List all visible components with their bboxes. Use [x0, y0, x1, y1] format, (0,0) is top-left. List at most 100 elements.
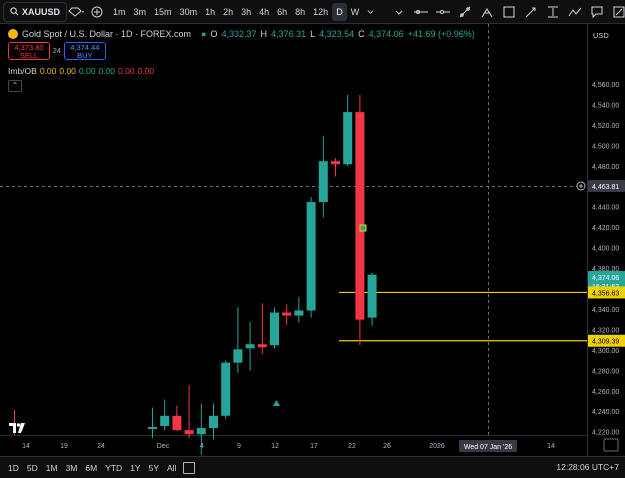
- spread-value: 24: [53, 47, 61, 55]
- time-tick-label: 4: [200, 443, 204, 450]
- price-tick-label: 4,300.00: [592, 348, 619, 355]
- candle-body[interactable]: [184, 430, 194, 435]
- buy-signal-arrow-icon: [273, 400, 280, 406]
- crosshair-price-label: 4,463.81: [592, 184, 619, 191]
- price-tick-label: 4,220.00: [592, 430, 619, 437]
- interval-1m[interactable]: 1m: [109, 3, 130, 21]
- low-label: L: [310, 29, 316, 39]
- indicator-value: 0.00: [59, 66, 76, 76]
- interval-1h[interactable]: 1h: [201, 3, 219, 21]
- pitchfork-icon[interactable]: [478, 3, 496, 21]
- candle-body[interactable]: [270, 312, 279, 346]
- add-symbol-icon[interactable]: [91, 3, 103, 21]
- candle-body[interactable]: [160, 415, 170, 427]
- time-tick-label: Dec: [157, 443, 170, 450]
- candle-body[interactable]: [282, 312, 292, 316]
- interval-3m[interactable]: 3m: [130, 3, 151, 21]
- low-value: 4,323.54: [319, 29, 355, 39]
- range-3m[interactable]: 3M: [66, 463, 78, 473]
- range-6m[interactable]: 6M: [85, 463, 97, 473]
- arrow-line-icon[interactable]: [522, 3, 540, 21]
- interval-2h[interactable]: 2h: [219, 3, 237, 21]
- tradingview-logo-icon[interactable]: [9, 422, 29, 437]
- status-dot-icon: ●: [201, 29, 207, 39]
- price-tick-label: 4,340.00: [592, 307, 619, 314]
- candle-body[interactable]: [221, 362, 231, 416]
- indicator-value: 0.00: [118, 66, 135, 76]
- signal-marker-icon: [359, 224, 367, 232]
- candle-body[interactable]: [257, 344, 267, 348]
- interval-12h[interactable]: 12h: [309, 3, 332, 21]
- price-chart[interactable]: 4,560.00 4,540.00 4,520.00 4,500.00 4,480.00…: [0, 24, 625, 456]
- ray-icon[interactable]: [434, 3, 452, 21]
- chart-pane[interactable]: 4,560.00 4,540.00 4,520.00 4,500.00 4,480.00…: [0, 24, 625, 456]
- diamond-icon[interactable]: [67, 3, 85, 21]
- indicator-name: Imb/OB: [8, 66, 37, 76]
- collapse-legend-button[interactable]: ⌃: [8, 80, 22, 92]
- candle-body[interactable]: [209, 415, 218, 429]
- path-icon[interactable]: [566, 3, 584, 21]
- level-price-label: 4,356.63: [592, 290, 619, 297]
- close-label: C: [358, 29, 365, 39]
- symbol-search[interactable]: XAUUSD: [3, 1, 68, 22]
- comment-icon[interactable]: [588, 3, 606, 21]
- candle-body[interactable]: [196, 428, 206, 435]
- candle-body[interactable]: [233, 349, 243, 363]
- range-5y[interactable]: 5Y: [149, 463, 159, 473]
- time-tick-label: 2026: [429, 443, 445, 450]
- trade-panel: 4,373.80 SELL 24 4,374.44 BUY: [8, 42, 106, 60]
- candle-body[interactable]: [318, 161, 328, 203]
- candle-body[interactable]: [306, 202, 316, 311]
- range-5d[interactable]: 5D: [27, 463, 38, 473]
- chart-legend: Gold Spot / U.S. Dollar · 1D · FOREX.com…: [8, 29, 475, 39]
- buy-button[interactable]: 4,374.44 BUY: [63, 42, 106, 60]
- candle-body[interactable]: [331, 161, 340, 165]
- settings-gear-icon[interactable]: [603, 438, 619, 452]
- indicator-legend[interactable]: Imb/OB 0.00 0.00 0.00 0.00 0.00 0.00: [8, 66, 154, 76]
- gold-logo-icon: [8, 29, 18, 39]
- range-1d[interactable]: 1D: [8, 463, 19, 473]
- calendar-icon[interactable]: [183, 461, 196, 474]
- candle-body[interactable]: [367, 274, 377, 318]
- top-toolbar: XAUUSD 1m 3m 15m 30m 1h 2h 3h 4h 6h 8h 12h D W: [0, 0, 625, 24]
- interval-15m[interactable]: 15m: [150, 3, 176, 21]
- time-tick-label: 19: [60, 443, 68, 450]
- price-range-icon[interactable]: [544, 3, 562, 21]
- candle-body[interactable]: [343, 112, 353, 165]
- range-selector: 1D 5D 1M 3M 6M YTD 1Y 5Y All: [8, 463, 176, 473]
- clock[interactable]: 12:28:06 UTC+7: [556, 462, 619, 472]
- interval-8h[interactable]: 8h: [291, 3, 309, 21]
- drawing-tools: [390, 3, 625, 21]
- time-tick-label: 14: [22, 443, 30, 450]
- interval-30m[interactable]: 30m: [176, 3, 202, 21]
- rectangle-icon[interactable]: [500, 3, 518, 21]
- range-all[interactable]: All: [167, 463, 176, 473]
- time-tick-label: 24: [97, 443, 105, 450]
- interval-4h[interactable]: 4h: [255, 3, 273, 21]
- horizontal-line-icon[interactable]: [412, 3, 430, 21]
- interval-d[interactable]: D: [332, 2, 347, 21]
- sell-button[interactable]: 4,373.80 SELL: [8, 42, 50, 60]
- crosshair-date-label: Wed 07 Jan '26: [464, 444, 512, 451]
- time-tick-label: 14: [547, 443, 555, 450]
- candle-body[interactable]: [245, 344, 255, 349]
- interval-w[interactable]: W: [347, 3, 364, 21]
- candle-body[interactable]: [355, 112, 365, 320]
- time-tick-label: 17: [310, 443, 318, 450]
- interval-6h[interactable]: 6h: [273, 3, 291, 21]
- measure-icon[interactable]: [610, 3, 625, 21]
- range-1y[interactable]: 1Y: [130, 463, 140, 473]
- candle-body[interactable]: [294, 310, 304, 316]
- price-tick-label: 4,320.00: [592, 327, 619, 334]
- candle-body[interactable]: [172, 415, 182, 431]
- level-price-label: 4,309.39: [592, 339, 619, 346]
- chevron-down-icon[interactable]: [390, 3, 408, 21]
- range-ytd[interactable]: YTD: [105, 463, 122, 473]
- range-1m[interactable]: 1M: [46, 463, 58, 473]
- trend-line-icon[interactable]: [456, 3, 474, 21]
- interval-3h[interactable]: 3h: [237, 3, 255, 21]
- buy-label: BUY: [77, 51, 93, 60]
- candle-body[interactable]: [148, 427, 157, 430]
- indicator-value: 0.00: [137, 66, 155, 76]
- interval-menu-chevron-icon[interactable]: [363, 3, 378, 21]
